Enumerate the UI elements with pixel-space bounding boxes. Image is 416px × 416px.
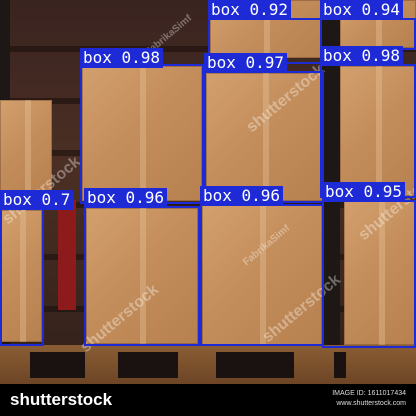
stock-footer: shutterstock IMAGE ID: 1611017434 www.sh… [0, 384, 416, 416]
detection-box [322, 200, 416, 348]
shutterstock-logo: shutterstock [10, 390, 113, 409]
detection-box [200, 204, 324, 346]
pallet-slot [216, 352, 294, 378]
site-url: www.shutterstock.com [336, 400, 406, 407]
detection-box [204, 71, 324, 203]
image-id: IMAGE ID: 1611017434 [332, 390, 406, 397]
detection-label: box 0.92 [208, 0, 292, 20]
detection-label: box 0.98 [80, 48, 164, 68]
detection-label: box 0.98 [320, 46, 404, 66]
detection-box [320, 64, 416, 198]
detection-label: box 0.96 [84, 188, 168, 208]
detection-box [80, 64, 204, 204]
pallet-slot [118, 352, 178, 378]
detection-label: box 0.96 [200, 186, 284, 206]
detection-box [0, 208, 44, 346]
warehouse-photo: shutterstock shutterstock shutterstock s… [0, 0, 416, 416]
detection-label: box 0.95 [322, 182, 406, 202]
detection-label: box 0.7 [0, 190, 74, 210]
pallet-slot [334, 352, 346, 378]
rack-red-beam [58, 200, 76, 310]
detection-box [84, 206, 200, 346]
pallet-slot [30, 352, 85, 378]
image-id-block: IMAGE ID: 1611017434 www.shutterstock.co… [332, 389, 406, 409]
detection-label: box 0.97 [204, 53, 288, 73]
detection-label: box 0.94 [320, 0, 404, 20]
